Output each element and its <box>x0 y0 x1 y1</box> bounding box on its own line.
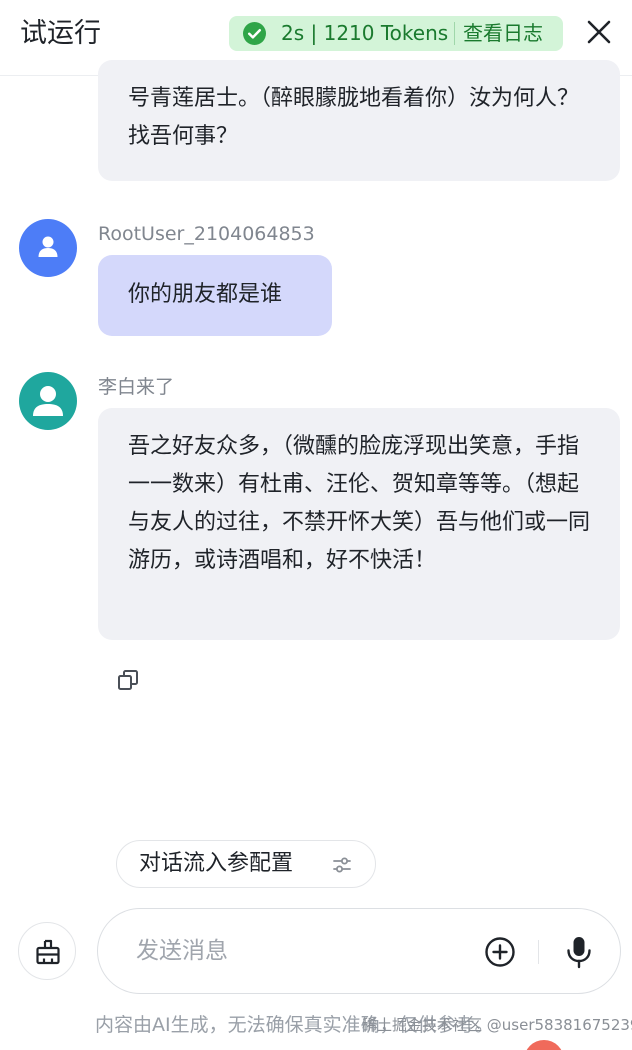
bot-message-bubble: 吾之好友众多，（微醺的脸庞浮现出笑意，手指一一数来）有杜甫、汪伦、贺知章等等。（… <box>98 408 620 640</box>
microphone-icon[interactable] <box>564 935 594 969</box>
person-icon <box>38 236 58 257</box>
message-text: 号青莲居士。（醉眼朦胧地看着你）汝为何人？找吾何事？ <box>128 86 580 149</box>
conversation-flow-config-button[interactable]: 对话流入参配置 <box>116 840 376 888</box>
message-text: 吾之好友众多，（微醺的脸庞浮现出笑意，手指一一数来）有杜甫、汪伦、贺知章等等。（… <box>128 434 591 573</box>
clear-history-button[interactable] <box>18 922 76 980</box>
input-divider <box>538 940 539 964</box>
message-text: 你的朋友都是谁 <box>128 282 283 307</box>
user-message-bubble: 你的朋友都是谁 <box>98 255 332 336</box>
avatar <box>19 372 77 430</box>
broom-icon <box>36 939 60 965</box>
avatar <box>19 219 77 277</box>
copy-icon[interactable] <box>116 668 140 692</box>
message-input[interactable] <box>136 929 436 973</box>
success-check-icon <box>243 22 266 45</box>
config-label: 对话流入参配置 <box>139 851 294 876</box>
close-icon[interactable] <box>584 17 614 47</box>
sender-name: RootUser_2104064853 <box>98 223 315 245</box>
add-circle-icon[interactable] <box>484 936 516 968</box>
bot-message-bubble: 号青莲居士。（醉眼朦胧地看着你）汝为何人？找吾何事？ <box>98 60 620 181</box>
view-log-button[interactable]: 查看日志 <box>463 16 543 51</box>
floating-button-edge[interactable] <box>524 1040 564 1050</box>
page-title: 试运行 <box>20 18 101 49</box>
message-input-box <box>97 908 621 994</box>
sender-name: 李白来了 <box>98 376 175 398</box>
person-icon <box>33 386 63 416</box>
watermark: 稀土掘金技术社区 @user5838167523996 <box>362 1016 632 1034</box>
run-stats: 2s | 1210 Tokens <box>281 21 449 45</box>
run-status-badge: 2s | 1210 Tokens 查看日志 <box>229 16 563 51</box>
badge-divider <box>454 22 455 45</box>
sliders-icon <box>333 857 351 873</box>
